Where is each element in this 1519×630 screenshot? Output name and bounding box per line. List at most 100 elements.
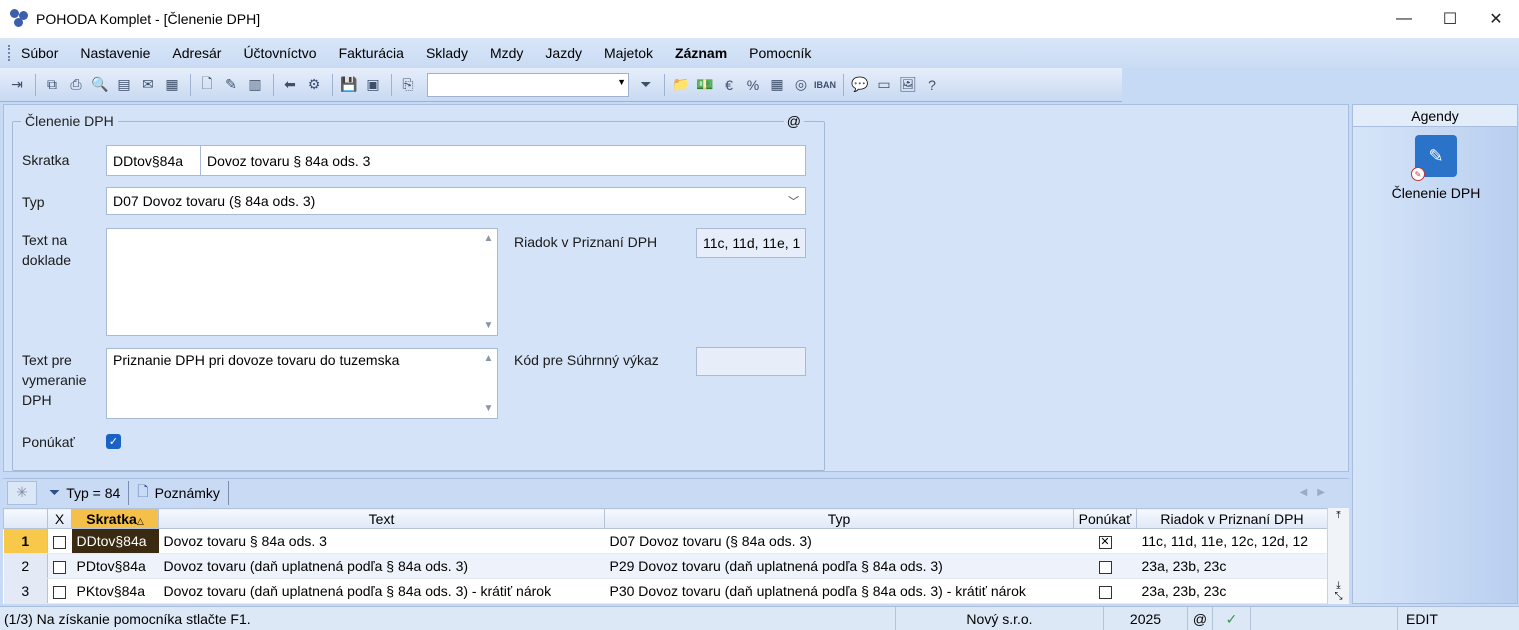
grid-header-ponukat[interactable]: Ponúkať [1073,508,1137,529]
ponukat-checkbox[interactable]: ✓ [106,434,121,449]
menu-uctovnictvo[interactable]: Účtovníctvo [243,45,316,61]
riadok-field[interactable]: 11c, 11d, 11e, 1 [696,228,806,258]
typ-select[interactable]: D07 Dovoz tovaru (§ 84a ods. 3) ﹀ [106,187,806,215]
menu-adresar[interactable]: Adresár [172,45,221,61]
reports-icon[interactable]: ▦ [161,74,183,96]
duplicate-icon[interactable]: ⎘ [397,74,419,96]
row-text[interactable]: Dovoz tovaru (daň uplatnená podľa § 84a … [158,553,605,579]
status-at[interactable]: @ [1187,607,1212,630]
coins-icon[interactable]: ◎ [790,74,812,96]
exit-agenda-icon[interactable]: ⇥ [6,74,28,96]
grid-header-rownum[interactable] [3,508,48,529]
maximize-button[interactable]: ☐ [1427,0,1473,38]
email-icon[interactable]: ✉ [137,74,159,96]
filter-icon[interactable]: ⏷ [635,74,657,96]
text-na-doklade-textarea[interactable]: ▲ ▼ [106,228,498,336]
resize-grip-icon[interactable]: ⤡ [1335,591,1343,602]
scroll-up-icon[interactable]: ▲ [484,233,494,244]
new-record-icon[interactable]: 🗋 [196,74,218,96]
quick-search-combo[interactable]: ▼ [427,72,629,97]
row-riadok[interactable]: 11c, 11d, 11e, 12c, 12d, 12 [1136,528,1328,554]
row-ponukat-cell[interactable] [1073,553,1137,579]
row-typ[interactable]: P30 Dovoz tovaru (daň uplatnená podľa § … [604,578,1074,604]
tab-poznamky[interactable]: 🗋 Poznámky [129,480,229,505]
save-all-icon[interactable]: ▣ [362,74,384,96]
textarea-scrollbar[interactable]: ▲ ▼ [480,229,497,335]
status-company[interactable]: Nový s.r.o. [895,607,1103,630]
close-button[interactable]: ✕ [1473,0,1519,38]
row-x-checkbox[interactable] [53,585,66,599]
pdf-icon[interactable]: ▤ [113,74,135,96]
table-row[interactable]: 3 PKtov§84a Dovoz tovaru (daň uplatnená … [3,578,1328,604]
scroll-up-icon[interactable]: ▲ [484,353,494,364]
table-row[interactable]: 2 PDtov§84a Dovoz tovaru (daň uplatnená … [3,553,1328,579]
row-riadok[interactable]: 23a, 23b, 23c [1136,578,1328,604]
copy-icon[interactable]: ⧉ [41,74,63,96]
clenenie-dph-tile[interactable]: ✎ ✎ [1411,135,1457,181]
row-text[interactable]: Dovoz tovaru (daň uplatnená podľa § 84a … [158,578,605,604]
calculator-icon[interactable]: ▦ [766,74,788,96]
status-year[interactable]: 2025 [1103,607,1187,630]
print-preview-icon[interactable]: 🔍 [89,74,111,96]
skratka-code-field[interactable]: DDtov§84a [106,145,201,176]
favorites-folder-icon[interactable]: 📁 [670,74,692,96]
row-number[interactable]: 2 [3,553,48,579]
status-check-icon[interactable]: ✓ [1212,607,1250,630]
help-icon[interactable]: ? [921,74,943,96]
row-x-checkbox[interactable] [53,535,66,549]
row-ponukat-checkbox[interactable] [1098,560,1112,574]
row-x-checkbox[interactable] [53,560,66,574]
row-ponukat-cell[interactable]: ✕ [1073,528,1137,554]
tab-filter[interactable]: ⏷ Typ = 84 [41,480,130,505]
kod-field[interactable] [696,347,806,376]
menu-majetok[interactable]: Majetok [604,45,653,61]
clenenie-dph-tile-label[interactable]: Členenie DPH [1353,185,1519,201]
row-skratka[interactable]: PDtov§84a [71,553,159,579]
text-pre-textarea[interactable]: Priznanie DPH pri dovoze tovaru do tuzem… [106,348,498,419]
row-x-cell[interactable] [47,528,72,554]
grid-header-skratka[interactable]: Skratka△ [71,508,159,529]
messages-icon[interactable]: 💬 [849,74,871,96]
iban-icon[interactable]: IBAN [814,74,836,96]
at-symbol[interactable]: @ [783,113,804,129]
scroll-top-icon[interactable]: ⤒ [1336,510,1340,521]
scroll-bottom-icon[interactable]: ⤓ [1336,580,1340,591]
row-ponukat-cell[interactable] [1073,578,1137,604]
menu-sklady[interactable]: Sklady [426,45,468,61]
scroll-down-icon[interactable]: ▼ [484,320,494,331]
skratka-text-field[interactable]: Dovoz tovaru § 84a ods. 3 [200,145,806,176]
menu-pomocnik[interactable]: Pomocník [749,45,811,61]
menu-zaznam[interactable]: Záznam [675,45,727,61]
percent-calc-icon[interactable]: % [742,74,764,96]
table-row[interactable]: 1 DDtov§84a Dovoz tovaru § 84a ods. 3 D0… [3,528,1328,554]
row-ponukat-checkbox-checked[interactable]: ✕ [1098,535,1112,549]
minimize-button[interactable]: — [1381,0,1427,38]
row-ponukat-checkbox[interactable] [1098,585,1112,599]
row-skratka[interactable]: PKtov§84a [71,578,159,604]
grid-header-typ[interactable]: Typ [604,508,1074,529]
menu-nastavenie[interactable]: Nastavenie [80,45,150,61]
grid-header-x[interactable]: X [47,508,72,529]
scroll-down-icon[interactable]: ▼ [484,403,494,414]
grid-header-text[interactable]: Text [158,508,605,529]
row-number[interactable]: 3 [3,578,48,604]
image-icon[interactable]: 🖼 [897,74,919,96]
grid-header-riadok[interactable]: Riadok v Priznaní DPH [1136,508,1328,529]
row-typ[interactable]: D07 Dovoz tovaru (§ 84a ods. 3) [604,528,1074,554]
euro-icon[interactable]: € [718,74,740,96]
row-x-cell[interactable] [47,553,72,579]
print-icon[interactable]: ⎙ [65,74,87,96]
row-number[interactable]: 1 [3,528,48,554]
bank-note-icon[interactable]: 💵 [694,74,716,96]
menu-fakturacia[interactable]: Fakturácia [339,45,404,61]
menu-jazdy[interactable]: Jazdy [545,45,582,61]
settings-gear-icon[interactable]: ⚙ [303,74,325,96]
tab-nav-arrows[interactable]: ◀▶ [1300,487,1335,498]
save-icon[interactable]: 💾 [338,74,360,96]
columns-icon[interactable]: ▥ [244,74,266,96]
grid-scrollbar[interactable]: ⤒ ⤓ ⤡ [1327,508,1349,604]
row-text[interactable]: Dovoz tovaru § 84a ods. 3 [158,528,605,554]
back-arrow-icon[interactable]: ⬅ [279,74,301,96]
row-typ[interactable]: P29 Dovoz tovaru (daň uplatnená podľa § … [604,553,1074,579]
window-layout-icon[interactable]: ▭ [873,74,895,96]
